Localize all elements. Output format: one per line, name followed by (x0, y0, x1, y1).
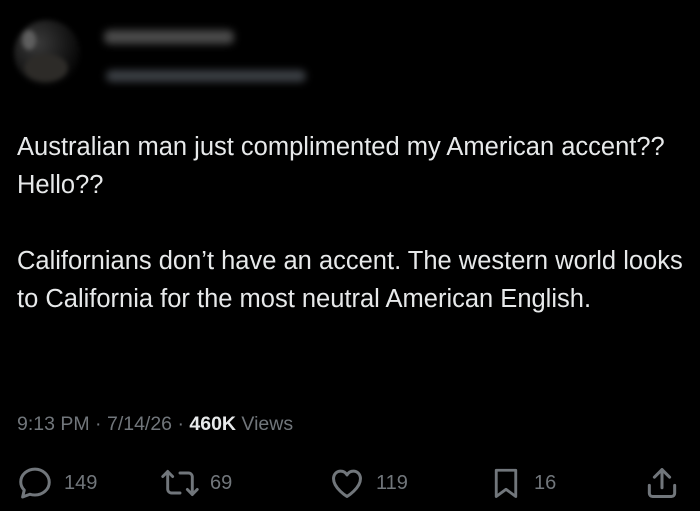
tweet-paragraph: Californians don’t have an accent. The w… (17, 247, 683, 313)
meta-separator: · (89, 413, 107, 435)
reply-button[interactable]: 149 (16, 462, 97, 504)
avatar-highlight (22, 30, 36, 50)
views-count: 460K (189, 413, 236, 435)
retweet-icon (161, 470, 199, 496)
avatar-shade (24, 54, 68, 82)
tweet-paragraph: Australian man just complimented my Amer… (17, 133, 665, 199)
reply-icon (19, 467, 51, 499)
tweet-time[interactable]: 9:13 PM (17, 413, 90, 435)
display-name-blur-bar (104, 30, 234, 44)
user-handle-blur-bar (106, 70, 306, 82)
retweet-count: 69 (210, 471, 233, 494)
display-name-blurred[interactable] (104, 26, 254, 48)
tweet-date[interactable]: 7/14/26 (107, 413, 172, 435)
heart-icon (332, 469, 362, 498)
share-button[interactable] (643, 462, 681, 504)
tweet-text: Australian man just complimented my Amer… (17, 128, 687, 318)
views-label: Views (236, 413, 294, 435)
share-icon (647, 468, 677, 498)
user-handle-blurred[interactable] (106, 64, 326, 88)
bookmark-count: 16 (534, 471, 557, 494)
tweet-meta: 9:13 PM · 7/14/26 · 460K Views (17, 410, 293, 438)
meta-separator: · (172, 413, 190, 435)
bookmark-button[interactable]: 16 (488, 462, 556, 504)
reply-count: 149 (64, 471, 98, 494)
retweet-button[interactable]: 69 (160, 462, 232, 504)
tweet-header (14, 18, 334, 90)
bookmark-icon (494, 468, 518, 498)
like-button[interactable]: 119 (328, 462, 408, 504)
avatar[interactable] (14, 20, 80, 86)
like-count: 119 (376, 471, 408, 494)
action-bar: 149 69 119 16 (0, 462, 700, 504)
